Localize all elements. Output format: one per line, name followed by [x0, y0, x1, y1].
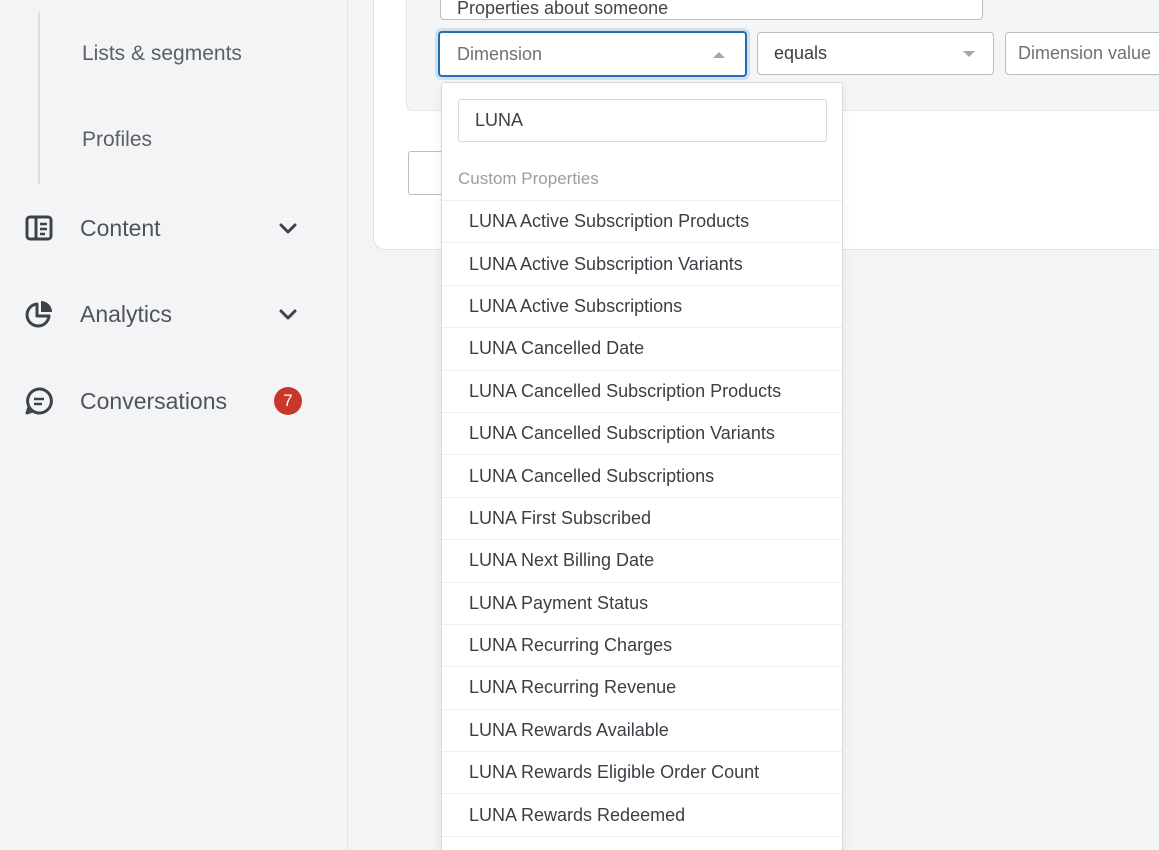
- sidebar-item-content[interactable]: Content: [22, 208, 312, 248]
- caret-down-icon: [963, 51, 975, 57]
- sidebar-item-analytics[interactable]: Analytics: [22, 294, 312, 334]
- dropdown-option[interactable]: LUNA Rewards Eligible Order Count: [442, 751, 842, 793]
- caret-up-icon: [713, 52, 725, 58]
- condition-type-value: Properties about someone: [457, 0, 669, 18]
- sidebar-item-conversations[interactable]: Conversations 7: [22, 381, 312, 421]
- dropdown-option[interactable]: LUNA Cancelled Subscription Variants: [442, 411, 842, 454]
- dropdown-option[interactable]: LUNA Recurring Revenue: [442, 666, 842, 708]
- pie-chart-icon: [22, 297, 56, 331]
- operator-select[interactable]: equals: [757, 32, 994, 75]
- chevron-down-icon[interactable]: [276, 302, 300, 326]
- dropdown-option[interactable]: [442, 835, 842, 850]
- sidebar-item-label: Content: [80, 214, 161, 241]
- dropdown-option[interactable]: LUNA Cancelled Date: [442, 327, 842, 369]
- dropdown-option[interactable]: LUNA Next Billing Date: [442, 539, 842, 581]
- unread-count-badge: 7: [274, 387, 302, 415]
- sidebar-item-label: Conversations: [80, 387, 228, 414]
- condition-type-select[interactable]: Properties about someone: [440, 0, 983, 20]
- operator-value: equals: [774, 43, 828, 63]
- dropdown-option[interactable]: LUNA Active Subscription Products: [442, 200, 842, 242]
- chevron-down-icon[interactable]: [276, 216, 300, 240]
- chat-icon: [22, 384, 56, 418]
- option-list: LUNA Active Subscription Products LUNA A…: [442, 200, 842, 850]
- dropdown-option[interactable]: LUNA Cancelled Subscription Products: [442, 369, 842, 412]
- dimension-value-input[interactable]: [1005, 32, 1159, 75]
- dropdown-option[interactable]: LUNA Cancelled Subscriptions: [442, 454, 842, 496]
- dropdown-option[interactable]: LUNA Rewards Available: [442, 708, 842, 751]
- dropdown-option[interactable]: LUNA Active Subscription Variants: [442, 242, 842, 284]
- dimension-search-input[interactable]: [458, 99, 827, 142]
- dropdown-option[interactable]: LUNA Recurring Charges: [442, 623, 842, 666]
- submenu-line: [38, 12, 40, 184]
- dropdown-option[interactable]: LUNA First Subscribed: [442, 496, 842, 539]
- document-icon: [22, 211, 56, 245]
- sidebar-item-label: Analytics: [80, 300, 173, 327]
- dimension-placeholder: Dimension: [457, 43, 543, 64]
- dropdown-option[interactable]: LUNA Active Subscriptions: [442, 284, 842, 327]
- dropdown-option[interactable]: LUNA Rewards Redeemed: [442, 793, 842, 835]
- dimension-select[interactable]: Dimension: [438, 31, 747, 77]
- dropdown-option[interactable]: LUNA Payment Status: [442, 581, 842, 624]
- sidebar: Lists & segments Profiles Content Analyt…: [0, 0, 348, 850]
- sidebar-item-profiles[interactable]: Profiles: [82, 128, 152, 152]
- dimension-dropdown: Custom Properties LUNA Active Subscripti…: [441, 82, 843, 850]
- option-group-label: Custom Properties: [458, 169, 599, 188]
- sidebar-item-lists-segments[interactable]: Lists & segments: [82, 42, 242, 66]
